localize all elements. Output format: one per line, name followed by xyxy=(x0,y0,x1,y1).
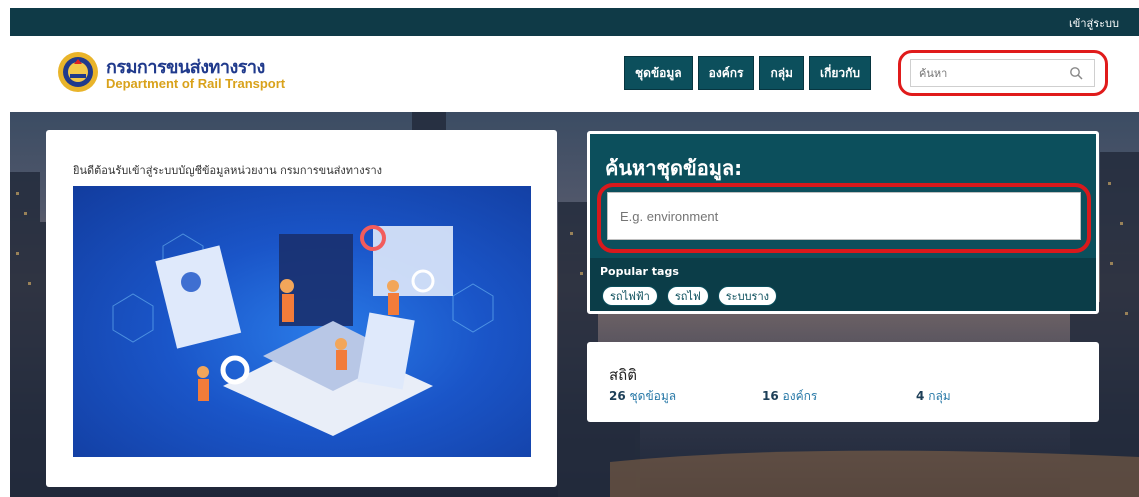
dataset-search-card: ค้นหาชุดข้อมูล: Popular tags รถไฟฟ้า รถไ… xyxy=(587,131,1099,314)
tag-rail-system[interactable]: ระบบราง xyxy=(717,286,777,306)
dataset-search-highlight xyxy=(597,183,1091,253)
stat-organizations-link[interactable]: 16 องค์กร xyxy=(762,387,817,406)
popular-tags-label: Popular tags xyxy=(600,265,679,278)
stats-title: สถิติ xyxy=(609,366,637,384)
main-nav: ชุดข้อมูล องค์กร กลุ่ม เกี่ยวกับ xyxy=(624,56,871,90)
welcome-message: ยินดีต้อนรับเข้าสู่ระบบบัญชีข้อมูลหน่วยง… xyxy=(73,164,383,177)
login-link[interactable]: เข้าสู่ระบบ xyxy=(1069,14,1119,32)
logo-title-english[interactable]: Department of Rail Transport xyxy=(106,76,285,91)
stat-datasets-link[interactable]: 26 ชุดข้อมูล xyxy=(609,387,676,406)
top-bar: เข้าสู่ระบบ xyxy=(10,8,1139,36)
stat-organizations-count: 16 xyxy=(762,389,779,403)
stats-card: สถิติ 26 ชุดข้อมูล 16 องค์กร 4 กลุ่ม xyxy=(587,342,1099,422)
welcome-illustration xyxy=(73,186,531,457)
stat-groups-count: 4 xyxy=(916,389,925,403)
nav-organizations[interactable]: องค์กร xyxy=(697,56,755,90)
welcome-card: ยินดีต้อนรับเข้าสู่ระบบบัญชีข้อมูลหน่วยง… xyxy=(46,130,557,487)
header-search-input[interactable] xyxy=(910,59,1095,87)
stat-organizations-label: องค์กร xyxy=(782,389,818,403)
nav-datasets[interactable]: ชุดข้อมูล xyxy=(624,56,693,90)
department-emblem-icon[interactable] xyxy=(56,50,100,94)
nav-about[interactable]: เกี่ยวกับ xyxy=(808,56,871,90)
dataset-search-input[interactable] xyxy=(607,192,1081,240)
tag-train[interactable]: รถไฟ xyxy=(666,286,709,306)
popular-tags-list: รถไฟฟ้า รถไฟ ระบบราง xyxy=(602,286,777,306)
tag-electric-train[interactable]: รถไฟฟ้า xyxy=(602,286,658,306)
dataset-search-title: ค้นหาชุดข้อมูล: xyxy=(605,156,743,180)
site-header: กรมการขนส่งทางราง Department of Rail Tra… xyxy=(10,36,1139,112)
search-icon[interactable] xyxy=(1069,66,1083,80)
stat-groups-label: กลุ่ม xyxy=(928,389,951,403)
header-search-highlight xyxy=(898,50,1108,96)
stat-datasets-label: ชุดข้อมูล xyxy=(629,389,677,403)
stat-datasets-count: 26 xyxy=(609,389,626,403)
data-illustration-icon xyxy=(112,225,494,436)
nav-groups[interactable]: กลุ่ม xyxy=(759,56,804,90)
popular-tags-section: Popular tags รถไฟฟ้า รถไฟ ระบบราง xyxy=(590,258,1096,311)
stat-groups-link[interactable]: 4 กลุ่ม xyxy=(916,387,951,406)
